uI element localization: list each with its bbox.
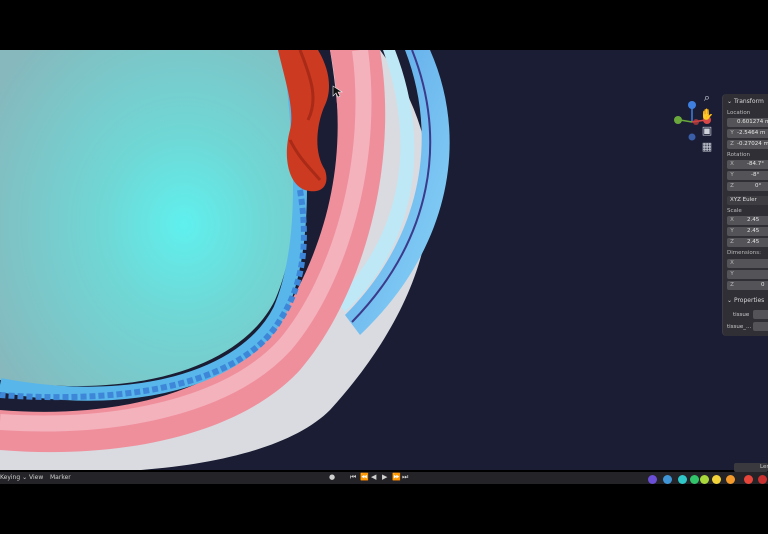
properties-header[interactable]: ⌄ Properties bbox=[727, 297, 764, 304]
prop-tissue-2-field[interactable] bbox=[753, 322, 768, 331]
color-swatch[interactable] bbox=[663, 475, 672, 484]
color-swatch[interactable] bbox=[648, 475, 657, 484]
sidebar-n-panel[interactable]: ⌄ Transform Location 0.601274 m Y -2.5464… bbox=[722, 94, 768, 336]
prev-keyframe-button[interactable]: ⏪ bbox=[360, 473, 369, 481]
location-z-field[interactable]: Z -0.27024 m bbox=[727, 140, 768, 149]
scale-label: Scale bbox=[727, 208, 742, 214]
color-swatch[interactable] bbox=[700, 475, 709, 484]
dimensions-y-field[interactable]: Y bbox=[727, 270, 768, 279]
grid-icon[interactable]: ▦ bbox=[698, 138, 716, 154]
location-label: Location bbox=[727, 110, 751, 116]
play-button[interactable]: ▶ bbox=[382, 473, 387, 481]
rotation-label: Rotation bbox=[727, 152, 751, 158]
eye-model-scene[interactable] bbox=[0, 50, 768, 470]
play-reverse-button[interactable]: ◀ bbox=[371, 473, 376, 481]
jump-start-button[interactable]: ⏮ bbox=[350, 473, 356, 482]
chevron-down-icon: ⌄ bbox=[727, 98, 733, 105]
rotation-x-field[interactable]: X -84.7° bbox=[727, 160, 768, 169]
color-swatch[interactable] bbox=[678, 475, 687, 484]
3d-viewport[interactable]: ⌕ ✋ ▣ ▦ ⌄ Transform Location 0.601274 m … bbox=[0, 50, 768, 470]
scale-y-field[interactable]: Y 2.45 bbox=[727, 227, 768, 236]
dimensions-label: Dimensions: bbox=[727, 250, 761, 256]
scale-z-field[interactable]: Z 2.45 bbox=[727, 238, 768, 247]
prop-tissue-field[interactable] bbox=[753, 310, 768, 319]
camera-icon[interactable]: ▣ bbox=[698, 122, 716, 138]
location-x-field[interactable]: 0.601274 m bbox=[727, 118, 768, 127]
pan-hand-icon[interactable]: ✋ bbox=[698, 106, 716, 122]
letterbox-top bbox=[0, 0, 768, 50]
dimensions-z-field[interactable]: Z0 bbox=[727, 281, 768, 290]
location-y-field[interactable]: Y -2.5464 m bbox=[727, 129, 768, 138]
rotation-mode-select[interactable]: XYZ Euler bbox=[727, 196, 768, 205]
view-menu[interactable]: View bbox=[29, 474, 43, 481]
timeline-header: Keying ⌄ View Marker ● ⏮ ⏪ ◀ ▶ ⏩ ⏭ Len bbox=[0, 463, 768, 484]
keying-menu[interactable]: Keying ⌄ bbox=[0, 474, 27, 481]
transform-header[interactable]: ⌄ Transform bbox=[727, 98, 764, 105]
letterbox-bottom bbox=[0, 484, 768, 534]
dimensions-x-field[interactable]: X bbox=[727, 259, 768, 268]
chevron-down-icon: ⌄ bbox=[727, 297, 733, 304]
zoom-icon[interactable]: ⌕ bbox=[698, 90, 716, 106]
marker-menu[interactable]: Marker bbox=[50, 474, 71, 481]
rotation-z-field[interactable]: Z 0° bbox=[727, 182, 768, 191]
prop-tissue-label: tissue bbox=[733, 312, 750, 318]
frame-length-field[interactable]: Len bbox=[734, 463, 768, 472]
color-swatch[interactable] bbox=[726, 475, 735, 484]
prop-tissue-2-label: tissue_... bbox=[727, 324, 752, 330]
rotation-y-field[interactable]: Y -8° bbox=[727, 171, 768, 180]
color-swatch[interactable] bbox=[758, 475, 767, 484]
color-swatch[interactable] bbox=[744, 475, 753, 484]
jump-end-button[interactable]: ⏭ bbox=[402, 473, 408, 482]
color-swatch[interactable] bbox=[712, 475, 721, 484]
next-keyframe-button[interactable]: ⏩ bbox=[392, 473, 401, 481]
record-button[interactable]: ● bbox=[329, 473, 335, 481]
scale-x-field[interactable]: X 2.45 bbox=[727, 216, 768, 225]
color-swatch[interactable] bbox=[690, 475, 699, 484]
